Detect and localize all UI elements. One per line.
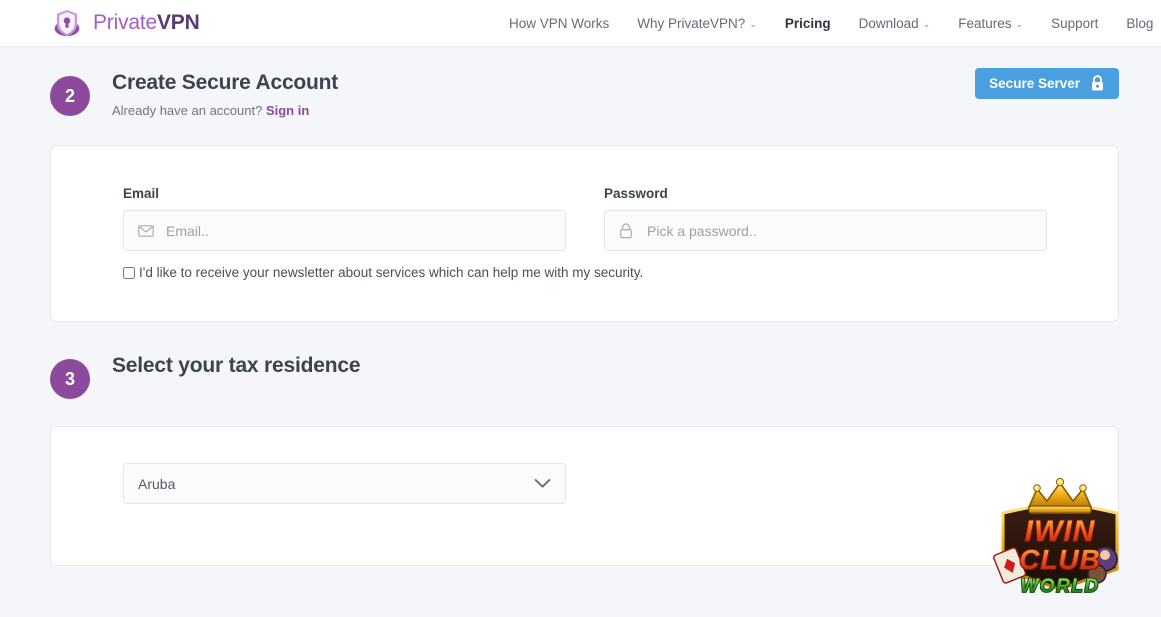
newsletter-label: I'd like to receive your newsletter abou… [139,265,644,281]
main-navigation: How VPN Works Why PrivateVPN? ⌄ Pricing … [495,0,1161,47]
secure-server-button[interactable]: Secure Server [975,68,1119,99]
newsletter-checkbox[interactable] [123,266,135,279]
chevron-down-icon: ⌄ [922,19,931,29]
chevron-down-icon: ⌄ [749,19,757,29]
nav-label: Support [1051,16,1099,31]
brand-logo-link[interactable]: PrivateVPN [50,6,200,40]
nav-item-pricing[interactable]: Pricing [771,16,845,31]
tax-residence-card: Aruba [50,426,1119,567]
brand-name-vpn: VPN [156,11,200,34]
email-input[interactable] [166,222,551,239]
nav-label: How VPN Works [509,16,610,31]
create-account-card: Email Password [50,145,1119,323]
nav-item-why-privatevpn[interactable]: Why PrivateVPN? ⌄ [623,16,771,31]
sign-in-link[interactable]: Sign in [266,103,309,118]
nav-label: Why PrivateVPN? [637,16,746,31]
page-body: 2 Create Secure Account Already have an … [0,47,1161,598]
step-2-heading-group: Create Secure Account Already have an ac… [112,71,338,118]
password-input-wrapper[interactable] [604,210,1047,252]
nav-item-features[interactable]: Features ⌄ [944,16,1037,31]
step-3-header: 3 Select your tax residence [50,322,1161,400]
password-label: Password [604,186,668,202]
country-select[interactable]: Aruba [123,463,566,505]
sign-in-prompt-text: Already have an account? [112,103,263,119]
step-2-badge: 2 [50,76,90,116]
email-field-group: Email [123,186,566,252]
nav-label: Pricing [784,16,831,31]
nav-item-how-vpn-works[interactable]: How VPN Works [495,16,623,31]
nav-label: Features [958,16,1012,31]
site-header: PrivateVPN How VPN Works Why PrivateVPN?… [0,0,1161,47]
secure-server-label: Secure Server [989,76,1080,91]
nav-item-support[interactable]: Support [1037,16,1112,31]
nav-item-blog[interactable]: Blog [1112,16,1161,31]
password-input[interactable] [647,222,1032,239]
envelope-icon [138,224,154,237]
chevron-down-icon: ⌄ [1015,19,1024,29]
nav-item-download[interactable]: Download ⌄ [845,16,945,31]
newsletter-optin[interactable]: I'd like to receive your newsletter abou… [123,265,1118,280]
chevron-down-icon [534,479,551,488]
lock-outline-icon [619,223,635,239]
nav-label: Blog [1126,16,1154,31]
brand-name-private: Private [93,11,157,34]
brand-name: PrivateVPN [93,11,200,35]
step-3-heading-group: Select your tax residence [112,354,360,377]
sign-in-prompt: Already have an account? Sign in [112,103,338,118]
email-input-wrapper[interactable] [123,210,566,252]
iwin-logo-line3: WORLD [1020,576,1099,597]
nav-label: Download [858,16,919,31]
step-3-badge: 3 [50,359,90,400]
page-title: Create Secure Account [112,71,339,94]
shield-keyhole-logo-icon [54,9,80,37]
password-field-group: Password [604,186,1047,252]
lock-icon [1092,75,1103,91]
email-label: Email [123,186,160,202]
country-select-value: Aruba [138,475,176,492]
account-fields-row: Email Password [51,146,1118,252]
step-3-title: Select your tax residence [112,354,361,378]
